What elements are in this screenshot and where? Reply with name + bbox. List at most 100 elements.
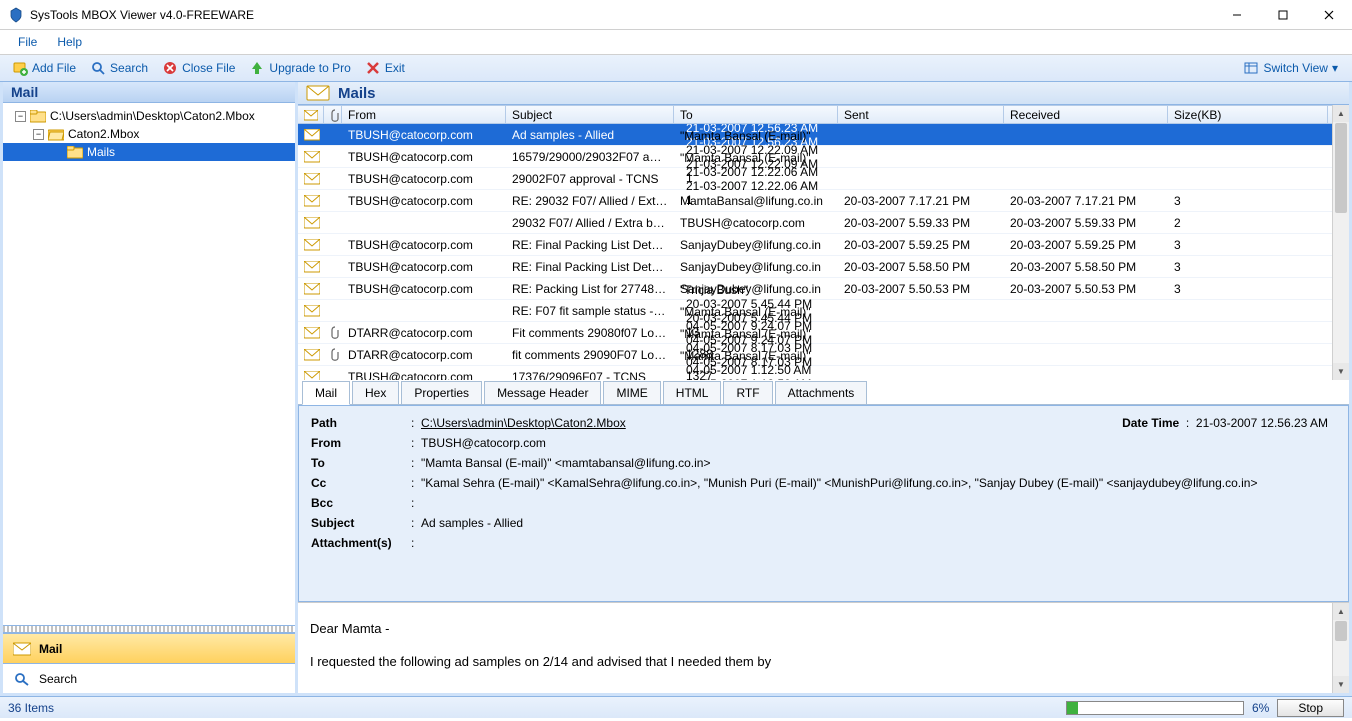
- add-file-icon: [12, 60, 28, 76]
- close-file-button[interactable]: Close File: [156, 58, 241, 78]
- cell-subject: Ad samples - Allied: [506, 128, 674, 142]
- path-value[interactable]: C:\Users\admin\Desktop\Caton2.Mbox: [421, 416, 626, 430]
- scroll-down-icon[interactable]: ▼: [1333, 676, 1349, 693]
- cc-label: Cc: [311, 476, 411, 490]
- status-items: 36 Items: [8, 701, 54, 715]
- tree-toggle-icon[interactable]: −: [15, 111, 26, 122]
- tab-mime[interactable]: MIME: [603, 381, 660, 404]
- cell-size: 2: [1168, 216, 1328, 230]
- progress-percent: 6%: [1252, 701, 1269, 715]
- scroll-down-icon[interactable]: ▼: [1333, 363, 1349, 380]
- mail-icon: [298, 151, 324, 163]
- sidebar-tab-mail[interactable]: Mail: [3, 633, 295, 663]
- attachment-icon: [324, 348, 342, 362]
- add-file-button[interactable]: Add File: [6, 58, 82, 78]
- scroll-thumb[interactable]: [1335, 621, 1347, 641]
- cell-subject: Fit comments 29080f07 Lov...: [506, 326, 674, 340]
- body-line1: Dear Mamta -: [310, 621, 1337, 636]
- detail-datetime: Date Time : 21-03-2007 12.56.23 AM: [1122, 416, 1328, 430]
- sidebar-splitter[interactable]: [3, 625, 295, 633]
- cell-from: TBUSH@catocorp.com: [342, 194, 506, 208]
- column-attachment[interactable]: [324, 106, 342, 123]
- menu-help[interactable]: Help: [47, 32, 92, 52]
- tab-properties[interactable]: Properties: [401, 381, 482, 404]
- mail-row[interactable]: TBUSH@catocorp.comRE: Final Packing List…: [298, 234, 1332, 256]
- scroll-up-icon[interactable]: ▲: [1333, 105, 1349, 122]
- switch-view-button[interactable]: Switch View ▾: [1237, 58, 1344, 78]
- window-title: SysTools MBOX Viewer v4.0-FREEWARE: [30, 8, 254, 22]
- grid-scrollbar[interactable]: ▲ ▼: [1332, 105, 1349, 380]
- tree-toggle-icon[interactable]: −: [33, 129, 44, 140]
- column-subject[interactable]: Subject: [506, 106, 674, 123]
- search-icon: [13, 672, 31, 686]
- scroll-thumb[interactable]: [1335, 123, 1347, 213]
- exit-button[interactable]: Exit: [359, 58, 411, 78]
- cell-to: "Mamta Bansal (E-mail)" 04-05-2007 1.12.…: [674, 349, 838, 381]
- cell-received: 20-03-2007 5.59.33 PM: [1004, 216, 1168, 230]
- menu-file[interactable]: File: [8, 32, 47, 52]
- tree-file[interactable]: − Caton2.Mbox: [3, 125, 295, 143]
- cell-subject: 29002F07 approval - TCNS: [506, 172, 674, 186]
- mail-grid: From Subject To Sent Received Size(KB) T…: [298, 105, 1349, 380]
- cell-subject: 16579/29000/29032F07 appr...: [506, 150, 674, 164]
- upgrade-icon: [249, 60, 265, 76]
- mail-row[interactable]: TBUSH@catocorp.comRE: 29032 F07/ Allied …: [298, 190, 1332, 212]
- body-scrollbar[interactable]: ▲ ▼: [1332, 603, 1349, 693]
- mail-body: Dear Mamta - I requested the following a…: [298, 602, 1349, 693]
- cell-subject: RE: 29032 F07/ Allied / Extra ...: [506, 194, 674, 208]
- sidebar: Mail − C:\Users\admin\Desktop\Caton2.Mbo…: [3, 82, 298, 693]
- folder-tree: − C:\Users\admin\Desktop\Caton2.Mbox − C…: [3, 103, 295, 625]
- bcc-label: Bcc: [311, 496, 411, 510]
- search-button[interactable]: Search: [84, 58, 154, 78]
- tab-html[interactable]: HTML: [663, 381, 722, 404]
- cell-subject: 17376/29096F07 - TCNS: [506, 370, 674, 381]
- column-from[interactable]: From: [342, 106, 506, 123]
- column-received[interactable]: Received: [1004, 106, 1168, 123]
- sidebar-tab-search-label: Search: [39, 672, 77, 686]
- column-sent[interactable]: Sent: [838, 106, 1004, 123]
- grid-header: From Subject To Sent Received Size(KB): [298, 105, 1332, 124]
- tree-folder-mails[interactable]: Mails: [3, 143, 295, 161]
- mail-row[interactable]: TBUSH@catocorp.comRE: Final Packing List…: [298, 256, 1332, 278]
- content: Mail − C:\Users\admin\Desktop\Caton2.Mbo…: [0, 82, 1352, 696]
- tree-root[interactable]: − C:\Users\admin\Desktop\Caton2.Mbox: [3, 107, 295, 125]
- column-size[interactable]: Size(KB): [1168, 106, 1328, 123]
- column-to[interactable]: To: [674, 106, 838, 123]
- cell-size: 3: [1168, 260, 1328, 274]
- close-file-icon: [162, 60, 178, 76]
- cell-received: 04-05-2007 1.12.50 AM: [680, 377, 838, 381]
- folder-icon: [67, 146, 83, 159]
- sidebar-header: Mail: [3, 82, 295, 103]
- cell-from: TBUSH@catocorp.com: [342, 260, 506, 274]
- window-controls: [1214, 0, 1352, 30]
- mail-row[interactable]: TBUSH@catocorp.com29002F07 approval - TC…: [298, 168, 1332, 190]
- mail-row[interactable]: TBUSH@catocorp.com17376/29096F07 - TCNS"…: [298, 366, 1332, 380]
- tree-file-label: Caton2.Mbox: [68, 127, 139, 141]
- cell-subject: RE: Packing List for 27748 S0...: [506, 282, 674, 296]
- close-button[interactable]: [1306, 0, 1352, 30]
- upgrade-button[interactable]: Upgrade to Pro: [243, 58, 356, 78]
- add-file-label: Add File: [32, 61, 76, 75]
- to-label: To: [311, 456, 411, 470]
- tab-rtf[interactable]: RTF: [723, 381, 772, 404]
- mail-icon: [298, 305, 324, 317]
- mail-icon: [298, 173, 324, 185]
- cell-from: DTARR@catocorp.com: [342, 326, 506, 340]
- scroll-up-icon[interactable]: ▲: [1333, 603, 1349, 620]
- minimize-button[interactable]: [1214, 0, 1260, 30]
- stop-button[interactable]: Stop: [1277, 699, 1344, 717]
- mail-row[interactable]: 29032 F07/ Allied / Extra butt...TBUSH@c…: [298, 212, 1332, 234]
- tab-mail[interactable]: Mail: [302, 381, 350, 405]
- path-label: Path: [311, 416, 411, 430]
- sidebar-tab-search[interactable]: Search: [3, 663, 295, 693]
- cell-to: MamtaBansal@lifung.co.in: [674, 194, 838, 208]
- tab-attachments[interactable]: Attachments: [775, 381, 868, 404]
- tab-message-header[interactable]: Message Header: [484, 381, 601, 404]
- cell-from: TBUSH@catocorp.com: [342, 282, 506, 296]
- column-icon[interactable]: [298, 106, 324, 123]
- cell-sent: 20-03-2007 7.17.21 PM: [838, 194, 1004, 208]
- maximize-button[interactable]: [1260, 0, 1306, 30]
- cell-sent: 20-03-2007 5.59.25 PM: [838, 238, 1004, 252]
- tab-hex[interactable]: Hex: [352, 381, 399, 404]
- cell-subject: RE: Final Packing List Detail f...: [506, 238, 674, 252]
